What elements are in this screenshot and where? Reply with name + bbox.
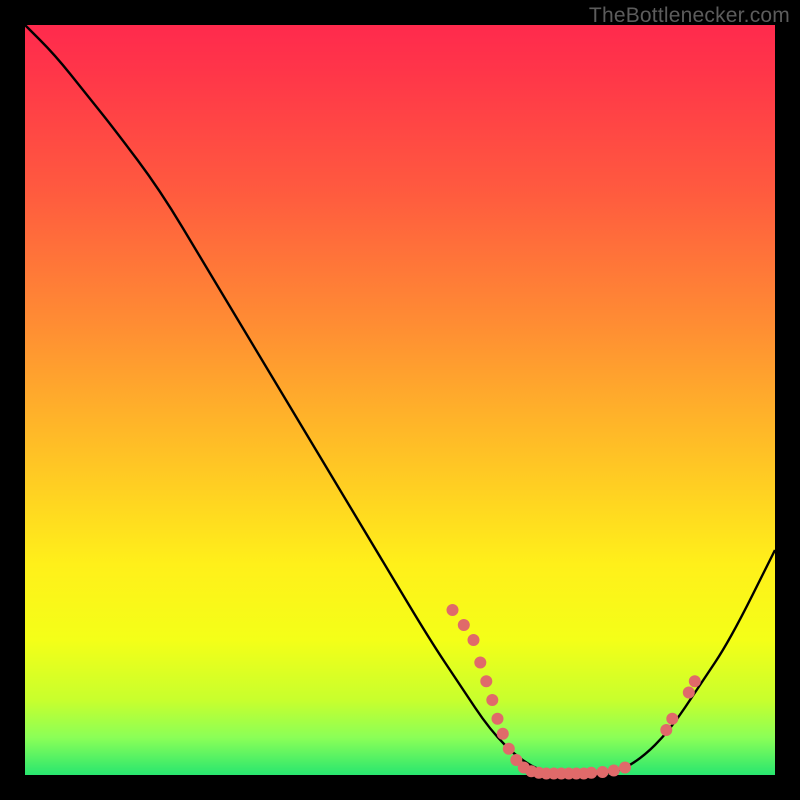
scatter-dot <box>475 657 486 668</box>
scatter-dot <box>689 676 700 687</box>
scatter-dot <box>683 687 694 698</box>
chart-plot-area <box>25 25 775 775</box>
scatter-dot <box>586 767 597 778</box>
scatter-dot <box>481 676 492 687</box>
bottleneck-curve <box>25 25 775 775</box>
chart-svg <box>25 25 775 775</box>
scatter-dot <box>597 767 608 778</box>
scatter-dot <box>458 620 469 631</box>
scatter-dot <box>661 725 672 736</box>
scatter-dot <box>503 743 514 754</box>
scatter-dot <box>447 605 458 616</box>
scatter-dot <box>468 635 479 646</box>
chart-stage: TheBottlenecker.com <box>0 0 800 800</box>
scatter-dot <box>608 765 619 776</box>
scatter-dot <box>667 713 678 724</box>
scatter-dots <box>447 605 700 780</box>
scatter-dot <box>492 713 503 724</box>
scatter-dot <box>487 695 498 706</box>
scatter-dot <box>620 762 631 773</box>
scatter-dot <box>497 728 508 739</box>
